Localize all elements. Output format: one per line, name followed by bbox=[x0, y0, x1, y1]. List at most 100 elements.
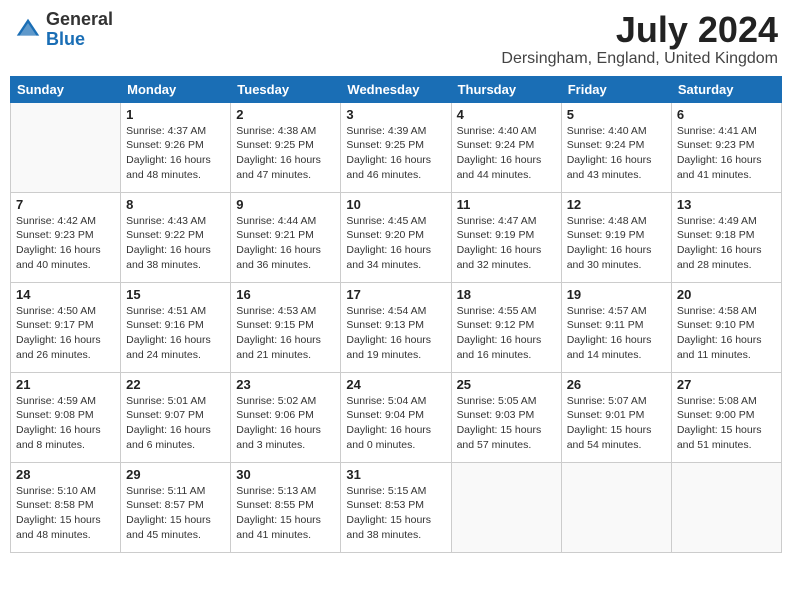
col-header-wednesday: Wednesday bbox=[341, 76, 451, 102]
calendar-cell: 5 Sunrise: 4:40 AM Sunset: 9:24 PM Daylig… bbox=[561, 102, 671, 192]
calendar-cell: 14Sunrise: 4:50 AM Sunset: 9:17 PM Dayli… bbox=[11, 282, 121, 372]
calendar-cell: 18 Sunrise: 4:55 AM Sunset: 9:12 PM Dayli… bbox=[451, 282, 561, 372]
day-info: Sunrise: 4:54 AM Sunset: 9:13 PM Dayligh… bbox=[346, 304, 445, 363]
logo-general: General bbox=[46, 9, 113, 29]
day-info: Sunrise: 5:13 AM Sunset: 8:55 PM Dayligh… bbox=[236, 484, 335, 543]
day-info: Sunrise: 4:53 AM Sunset: 9:15 PM Dayligh… bbox=[236, 304, 335, 363]
day-info: Sunrise: 4:51 AM Sunset: 9:16 PM Dayligh… bbox=[126, 304, 225, 363]
month-year: July 2024 bbox=[501, 10, 778, 50]
calendar-cell: 24 Sunrise: 5:04 AM Sunset: 9:04 PM Dayli… bbox=[341, 372, 451, 462]
day-info: Sunrise: 5:08 AM Sunset: 9:00 PM Dayligh… bbox=[677, 394, 776, 453]
location: Dersingham, England, United Kingdom bbox=[501, 50, 778, 68]
day-number: 22 bbox=[126, 377, 225, 392]
day-info: Sunrise: 4:47 AM Sunset: 9:19 PM Dayligh… bbox=[457, 214, 556, 273]
calendar-cell: 28 Sunrise: 5:10 AM Sunset: 8:58 PM Dayli… bbox=[11, 462, 121, 552]
calendar-cell: 11 Sunrise: 4:47 AM Sunset: 9:19 PM Dayli… bbox=[451, 192, 561, 282]
day-info: Sunrise: 5:04 AM Sunset: 9:04 PM Dayligh… bbox=[346, 394, 445, 453]
col-header-thursday: Thursday bbox=[451, 76, 561, 102]
day-number: 23 bbox=[236, 377, 335, 392]
week-row-2: 7 Sunrise: 4:42 AM Sunset: 9:23 PM Daylig… bbox=[11, 192, 782, 282]
day-number: 3 bbox=[346, 107, 445, 122]
calendar-cell: 1 Sunrise: 4:37 AM Sunset: 9:26 PM Daylig… bbox=[121, 102, 231, 192]
calendar-cell: 15 Sunrise: 4:51 AM Sunset: 9:16 PM Dayli… bbox=[121, 282, 231, 372]
day-info: Sunrise: 4:38 AM Sunset: 9:25 PM Dayligh… bbox=[236, 124, 335, 183]
calendar-cell: 10 Sunrise: 4:45 AM Sunset: 9:20 PM Dayli… bbox=[341, 192, 451, 282]
day-number: 16 bbox=[236, 287, 335, 302]
day-number: 9 bbox=[236, 197, 335, 212]
day-info: Sunrise: 4:58 AM Sunset: 9:10 PM Dayligh… bbox=[677, 304, 776, 363]
day-info: Sunrise: 4:42 AM Sunset: 9:23 PM Dayligh… bbox=[16, 214, 115, 273]
day-info: Sunrise: 4:40 AM Sunset: 9:24 PM Dayligh… bbox=[457, 124, 556, 183]
day-info: Sunrise: 4:37 AM Sunset: 9:26 PM Dayligh… bbox=[126, 124, 225, 183]
day-info: Sunrise: 4:39 AM Sunset: 9:25 PM Dayligh… bbox=[346, 124, 445, 183]
calendar-cell bbox=[561, 462, 671, 552]
day-number: 15 bbox=[126, 287, 225, 302]
day-info: Sunrise: 5:11 AM Sunset: 8:57 PM Dayligh… bbox=[126, 484, 225, 543]
calendar-cell: 4Sunrise: 4:40 AM Sunset: 9:24 PM Daylig… bbox=[451, 102, 561, 192]
col-header-friday: Friday bbox=[561, 76, 671, 102]
day-info: Sunrise: 4:43 AM Sunset: 9:22 PM Dayligh… bbox=[126, 214, 225, 273]
day-number: 27 bbox=[677, 377, 776, 392]
calendar-cell bbox=[671, 462, 781, 552]
calendar-cell: 22 Sunrise: 5:01 AM Sunset: 9:07 PM Dayli… bbox=[121, 372, 231, 462]
week-row-5: 28 Sunrise: 5:10 AM Sunset: 8:58 PM Dayli… bbox=[11, 462, 782, 552]
day-info: Sunrise: 4:41 AM Sunset: 9:23 PM Dayligh… bbox=[677, 124, 776, 183]
day-info: Sunrise: 4:45 AM Sunset: 9:20 PM Dayligh… bbox=[346, 214, 445, 273]
day-number: 6 bbox=[677, 107, 776, 122]
logo-text: General Blue bbox=[46, 10, 113, 50]
day-number: 10 bbox=[346, 197, 445, 212]
day-info: Sunrise: 4:55 AM Sunset: 9:12 PM Dayligh… bbox=[457, 304, 556, 363]
title-block: July 2024 Dersingham, England, United Ki… bbox=[501, 10, 778, 68]
calendar-cell: 29 Sunrise: 5:11 AM Sunset: 8:57 PM Dayli… bbox=[121, 462, 231, 552]
week-row-3: 14Sunrise: 4:50 AM Sunset: 9:17 PM Dayli… bbox=[11, 282, 782, 372]
day-number: 7 bbox=[16, 197, 115, 212]
calendar-cell: 3 Sunrise: 4:39 AM Sunset: 9:25 PM Daylig… bbox=[341, 102, 451, 192]
calendar-cell: 7 Sunrise: 4:42 AM Sunset: 9:23 PM Daylig… bbox=[11, 192, 121, 282]
calendar-cell: 27 Sunrise: 5:08 AM Sunset: 9:00 PM Dayli… bbox=[671, 372, 781, 462]
day-number: 2 bbox=[236, 107, 335, 122]
day-number: 20 bbox=[677, 287, 776, 302]
day-info: Sunrise: 4:59 AM Sunset: 9:08 PM Dayligh… bbox=[16, 394, 115, 453]
day-info: Sunrise: 4:57 AM Sunset: 9:11 PM Dayligh… bbox=[567, 304, 666, 363]
day-number: 29 bbox=[126, 467, 225, 482]
day-number: 11 bbox=[457, 197, 556, 212]
header: General Blue July 2024 Dersingham, Engla… bbox=[10, 10, 782, 68]
calendar-cell: 19Sunrise: 4:57 AM Sunset: 9:11 PM Dayli… bbox=[561, 282, 671, 372]
day-info: Sunrise: 4:50 AM Sunset: 9:17 PM Dayligh… bbox=[16, 304, 115, 363]
day-number: 24 bbox=[346, 377, 445, 392]
day-number: 18 bbox=[457, 287, 556, 302]
day-info: Sunrise: 4:40 AM Sunset: 9:24 PM Dayligh… bbox=[567, 124, 666, 183]
logo: General Blue bbox=[14, 10, 113, 50]
calendar-cell: 16 Sunrise: 4:53 AM Sunset: 9:15 PM Dayli… bbox=[231, 282, 341, 372]
day-info: Sunrise: 5:10 AM Sunset: 8:58 PM Dayligh… bbox=[16, 484, 115, 543]
day-info: Sunrise: 5:15 AM Sunset: 8:53 PM Dayligh… bbox=[346, 484, 445, 543]
day-number: 12 bbox=[567, 197, 666, 212]
calendar-cell: 20 Sunrise: 4:58 AM Sunset: 9:10 PM Dayli… bbox=[671, 282, 781, 372]
day-number: 1 bbox=[126, 107, 225, 122]
calendar-cell: 2 Sunrise: 4:38 AM Sunset: 9:25 PM Daylig… bbox=[231, 102, 341, 192]
day-number: 31 bbox=[346, 467, 445, 482]
calendar-cell: 6 Sunrise: 4:41 AM Sunset: 9:23 PM Daylig… bbox=[671, 102, 781, 192]
calendar-cell: 9Sunrise: 4:44 AM Sunset: 9:21 PM Daylig… bbox=[231, 192, 341, 282]
calendar-header-row: SundayMondayTuesdayWednesdayThursdayFrid… bbox=[11, 76, 782, 102]
day-number: 5 bbox=[567, 107, 666, 122]
day-info: Sunrise: 4:49 AM Sunset: 9:18 PM Dayligh… bbox=[677, 214, 776, 273]
calendar-cell: 21Sunrise: 4:59 AM Sunset: 9:08 PM Dayli… bbox=[11, 372, 121, 462]
day-number: 13 bbox=[677, 197, 776, 212]
day-number: 28 bbox=[16, 467, 115, 482]
day-number: 8 bbox=[126, 197, 225, 212]
calendar-cell: 23 Sunrise: 5:02 AM Sunset: 9:06 PM Dayli… bbox=[231, 372, 341, 462]
day-info: Sunrise: 4:48 AM Sunset: 9:19 PM Dayligh… bbox=[567, 214, 666, 273]
calendar-cell bbox=[11, 102, 121, 192]
calendar-table: SundayMondayTuesdayWednesdayThursdayFrid… bbox=[10, 76, 782, 553]
logo-icon bbox=[14, 16, 42, 44]
week-row-4: 21Sunrise: 4:59 AM Sunset: 9:08 PM Dayli… bbox=[11, 372, 782, 462]
logo-blue: Blue bbox=[46, 29, 85, 49]
day-info: Sunrise: 5:02 AM Sunset: 9:06 PM Dayligh… bbox=[236, 394, 335, 453]
day-number: 30 bbox=[236, 467, 335, 482]
calendar-cell: 26Sunrise: 5:07 AM Sunset: 9:01 PM Dayli… bbox=[561, 372, 671, 462]
day-info: Sunrise: 5:01 AM Sunset: 9:07 PM Dayligh… bbox=[126, 394, 225, 453]
calendar-cell: 12 Sunrise: 4:48 AM Sunset: 9:19 PM Dayli… bbox=[561, 192, 671, 282]
calendar-cell: 25Sunrise: 5:05 AM Sunset: 9:03 PM Dayli… bbox=[451, 372, 561, 462]
col-header-saturday: Saturday bbox=[671, 76, 781, 102]
